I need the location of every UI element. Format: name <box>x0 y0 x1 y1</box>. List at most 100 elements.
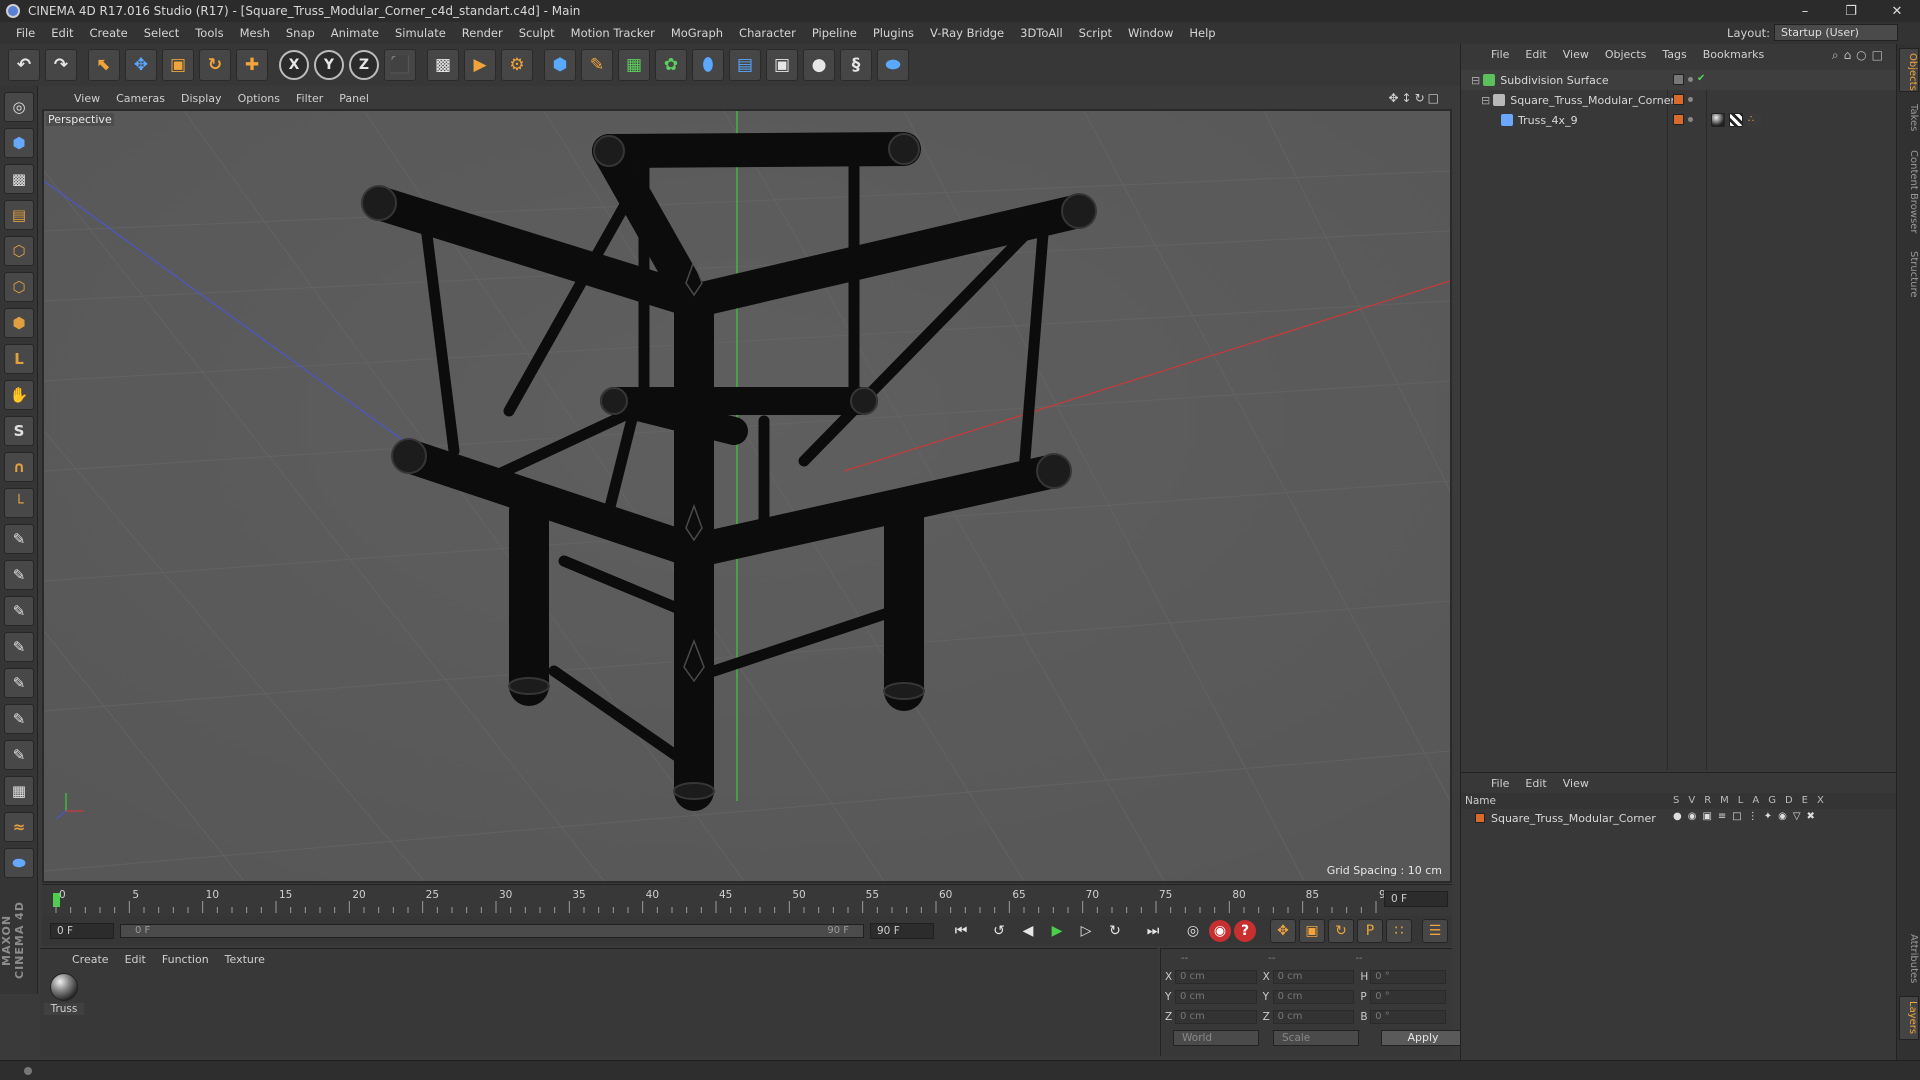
play-button[interactable]: ▶ <box>1044 919 1070 943</box>
material-menu-function[interactable]: Function <box>154 953 217 966</box>
camera-object-button[interactable]: ▣ <box>766 49 798 81</box>
make-editable-button[interactable]: ◎ <box>4 92 34 122</box>
layers-menu-file[interactable]: File <box>1483 777 1517 790</box>
rotation-p-field[interactable]: 0 ° <box>1370 990 1446 1004</box>
coordinate-system-button[interactable]: ⬛ <box>384 49 416 81</box>
material-menu-texture[interactable]: Texture <box>217 953 273 966</box>
menu-pipeline[interactable]: Pipeline <box>804 26 865 40</box>
position-key-button[interactable]: ✥ <box>1270 919 1296 943</box>
menu-plugins[interactable]: Plugins <box>865 26 922 40</box>
brush-tool-4-button[interactable]: ✎ <box>4 632 34 662</box>
rotation-key-button[interactable]: ↻ <box>1328 919 1354 943</box>
material-item-truss[interactable]: Truss <box>44 973 84 1015</box>
edges-mode-button[interactable]: ⬡ <box>4 272 34 302</box>
next-keyframe-button[interactable]: ↻ <box>1102 919 1128 943</box>
model-mode-button[interactable]: ⬢ <box>4 128 34 158</box>
python-tool-button[interactable]: ⬬ <box>4 848 34 878</box>
viewport-menu-display[interactable]: Display <box>173 92 230 105</box>
frame-range-slider[interactable]: 0 F 90 F <box>120 924 864 938</box>
objects-menu-file[interactable]: File <box>1483 48 1517 61</box>
menu-3dtoall[interactable]: 3DToAll <box>1012 26 1071 40</box>
side-tab-content-browser[interactable]: Content Browser <box>1899 144 1919 240</box>
objects-menu-tags[interactable]: Tags <box>1654 48 1694 61</box>
transform-mode-select[interactable]: Scale <box>1273 1030 1359 1046</box>
record-active-objects-button[interactable]: ◎ <box>1180 919 1206 943</box>
menu-file[interactable]: File <box>8 26 43 40</box>
redo-button[interactable]: ↷ <box>45 49 77 81</box>
position-y-field[interactable]: 0 cm <box>1174 990 1257 1004</box>
timeline[interactable]: 051015202530354045505560657075808590 0 F <box>42 884 1452 916</box>
go-to-start-button[interactable]: ⏮ <box>948 919 974 943</box>
menu-tools[interactable]: Tools <box>187 26 231 40</box>
python-button[interactable]: ⬬ <box>877 49 909 81</box>
expand-toggle-icon[interactable]: ⊟ <box>1481 94 1490 107</box>
rotation-b-field[interactable]: 0 ° <box>1370 1010 1446 1024</box>
menu-mograph[interactable]: MoGraph <box>663 26 731 40</box>
material-menu-edit[interactable]: Edit <box>117 953 154 966</box>
perspective-viewport[interactable]: Perspective Grid Spacing : 10 cm <box>42 109 1452 883</box>
size-x-field[interactable]: 0 cm <box>1272 970 1355 984</box>
menu-render[interactable]: Render <box>454 26 511 40</box>
workplane-axis-button[interactable]: └ <box>4 488 34 518</box>
scale-tool-button[interactable]: ▣ <box>162 49 194 81</box>
brush-tool-7-button[interactable]: ✎ <box>4 740 34 770</box>
menu-select[interactable]: Select <box>136 26 187 40</box>
menu-snap[interactable]: Snap <box>278 26 323 40</box>
maximize-button[interactable]: ❐ <box>1828 0 1874 22</box>
array-object-button[interactable]: ✿ <box>655 49 687 81</box>
menu-sculpt[interactable]: Sculpt <box>511 26 563 40</box>
menu-vray-bridge[interactable]: V-Ray Bridge <box>922 26 1012 40</box>
end-frame-field[interactable]: 90 F <box>870 923 934 939</box>
viewport-menu-view[interactable]: View <box>66 92 108 105</box>
cube-object-button[interactable]: ⬢ <box>544 49 576 81</box>
layers-menu-edit[interactable]: Edit <box>1517 777 1554 790</box>
timeline-window-button[interactable]: ☰ <box>1422 919 1448 943</box>
menu-simulate[interactable]: Simulate <box>387 26 454 40</box>
size-z-field[interactable]: 0 cm <box>1272 1010 1355 1024</box>
previous-frame-button[interactable]: ◀ <box>1015 919 1041 943</box>
x-axis-lock-button[interactable]: X <box>279 50 309 80</box>
apply-button[interactable]: Apply <box>1381 1030 1465 1046</box>
position-z-field[interactable]: 0 cm <box>1174 1010 1257 1024</box>
previous-keyframe-button[interactable]: ↺ <box>986 919 1012 943</box>
point-level-key-button[interactable]: ∷ <box>1386 919 1412 943</box>
close-button[interactable]: ✕ <box>1874 0 1920 22</box>
layout-select[interactable]: Startup (User) <box>1774 24 1898 41</box>
menu-edit[interactable]: Edit <box>43 26 81 40</box>
minimize-button[interactable]: – <box>1782 0 1828 22</box>
magnet-button[interactable]: ∩ <box>4 452 34 482</box>
menu-motion-tracker[interactable]: Motion Tracker <box>563 26 663 40</box>
grid-lock-button[interactable]: ▦ <box>4 776 34 806</box>
pen-spline-button[interactable]: ✎ <box>581 49 613 81</box>
render-picture-viewer-button[interactable]: ▶ <box>464 49 496 81</box>
light-object-button[interactable]: ● <box>803 49 835 81</box>
object-manager-tool-icons[interactable]: ⌕⌂○□ <box>1832 48 1888 63</box>
brush-tool-3-button[interactable]: ✎ <box>4 596 34 626</box>
phong-tag-icon[interactable]: ∴ <box>1747 113 1761 127</box>
expand-toggle-icon[interactable]: ⊟ <box>1471 74 1480 87</box>
layer-row-square-truss-modular-corner[interactable]: Square_Truss_Modular_Corner ●◉▣≡□⋮✦◉▽✖ <box>1461 809 1897 827</box>
viewport-menu-cameras[interactable]: Cameras <box>108 92 173 105</box>
current-frame-field[interactable]: 0 F <box>1384 891 1448 907</box>
workplane-mode-button[interactable]: ▤ <box>4 200 34 230</box>
viewport-menu-filter[interactable]: Filter <box>288 92 331 105</box>
brush-tool-6-button[interactable]: ✎ <box>4 704 34 734</box>
recent-tool-button[interactable]: ✚ <box>236 49 268 81</box>
brush-tool-2-button[interactable]: ✎ <box>4 560 34 590</box>
menu-script[interactable]: Script <box>1071 26 1120 40</box>
viewport-menu-panel[interactable]: Panel <box>331 92 377 105</box>
render-view-button[interactable]: ▩ <box>427 49 459 81</box>
viewport-menu-options[interactable]: Options <box>230 92 288 105</box>
tree-item-square-truss-modular-corner[interactable]: ⊟ Square_Truss_Modular_Corner <box>1461 90 1897 110</box>
undo-button[interactable]: ↶ <box>8 49 40 81</box>
position-x-field[interactable]: 0 cm <box>1174 970 1257 984</box>
side-tab-takes[interactable]: Takes <box>1899 98 1919 138</box>
tree-item-truss-4x-9[interactable]: Truss_4x_9 ∴ <box>1461 110 1897 130</box>
object-visibility-flags[interactable] <box>1673 114 1693 125</box>
timeline-ruler[interactable]: 051015202530354045505560657075808590 <box>50 885 1384 915</box>
objects-menu-objects[interactable]: Objects <box>1597 48 1655 61</box>
parameter-key-button[interactable]: P <box>1357 919 1383 943</box>
menu-mesh[interactable]: Mesh <box>232 26 278 40</box>
go-to-end-button[interactable]: ⏭ <box>1140 919 1166 943</box>
material-menu-create[interactable]: Create <box>64 953 117 966</box>
